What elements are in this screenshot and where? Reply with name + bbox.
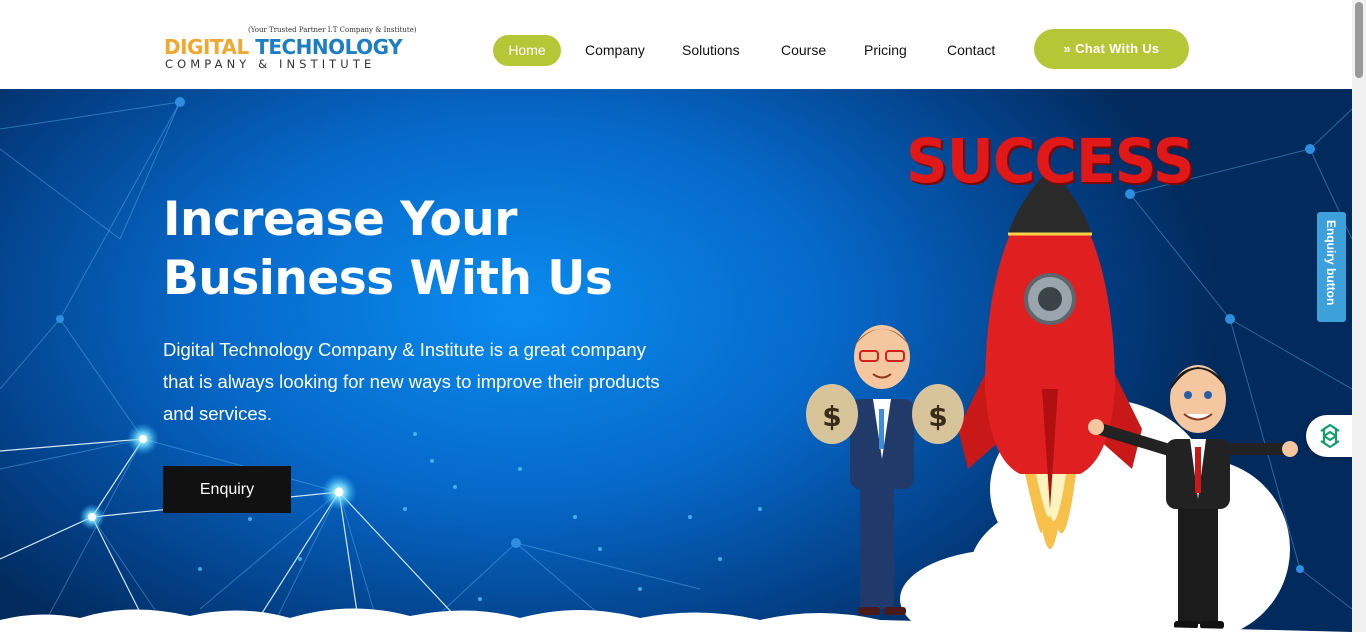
enquiry-button[interactable]: Enquiry xyxy=(163,466,291,513)
chat-button-label: Chat With Us xyxy=(1075,41,1160,56)
bottom-cloud-divider xyxy=(0,608,1352,632)
success-banner-text: SUCCESS xyxy=(906,125,1195,197)
site-header: (Your Trusted Partner I.T Company & Inst… xyxy=(0,0,1352,89)
chat-with-us-button[interactable]: » Chat With Us xyxy=(1034,29,1189,69)
success-rocket-illustration: $ $ xyxy=(806,169,1298,632)
nav-home[interactable]: Home xyxy=(493,35,561,66)
logo-word-technology: TECHNOLOGY xyxy=(255,35,403,59)
hero-title-line2: Business With Us xyxy=(163,251,613,306)
hero-title-line1: Increase Your xyxy=(163,192,517,247)
double-chevron-icon: » xyxy=(1063,41,1072,56)
logo-subtitle: COMPANY & INSTITUTE xyxy=(165,57,376,71)
hero-banner: Increase Your Business With Us Digital T… xyxy=(0,89,1352,632)
nav-company[interactable]: Company xyxy=(585,35,645,66)
enquiry-side-tab[interactable]: Enquiry button xyxy=(1317,212,1346,322)
nav-contact[interactable]: Contact xyxy=(947,35,995,66)
hero-description: Digital Technology Company & Institute i… xyxy=(163,339,660,424)
enquiry-side-tab-label: Enquiry button xyxy=(1324,220,1338,306)
scrollbar-thumb[interactable] xyxy=(1355,2,1363,78)
page-scrollbar[interactable] xyxy=(1352,0,1366,632)
nav-pricing[interactable]: Pricing xyxy=(864,35,907,66)
ai-assistant-icon xyxy=(1320,423,1340,449)
ai-assistant-button[interactable] xyxy=(1306,415,1352,457)
svg-text:$: $ xyxy=(928,400,947,433)
hero-title: Increase Your Business With Us xyxy=(163,190,723,308)
logo-tagline: (Your Trusted Partner I.T Company & Inst… xyxy=(248,26,417,34)
logo-word-digital: DIGITAL xyxy=(164,35,249,59)
nav-solutions[interactable]: Solutions xyxy=(682,35,740,66)
logo[interactable]: (Your Trusted Partner I.T Company & Inst… xyxy=(164,26,417,72)
logo-title: DIGITAL TECHNOLOGY xyxy=(164,35,403,59)
nav-course[interactable]: Course xyxy=(781,35,826,66)
svg-text:$: $ xyxy=(822,400,841,433)
